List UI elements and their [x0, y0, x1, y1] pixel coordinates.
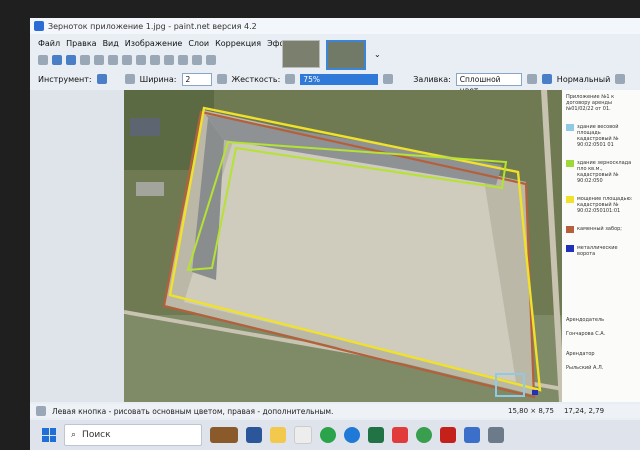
deselect-icon[interactable]: [150, 55, 160, 65]
legend-panel: Приложение №1 к договору аренды №01/02/2…: [562, 90, 640, 402]
blend-curve-icon[interactable]: [526, 74, 537, 84]
windows-start-icon[interactable]: [42, 428, 56, 442]
new-file-icon[interactable]: [38, 55, 48, 65]
blend-mode-select[interactable]: Нормальный: [557, 75, 611, 84]
legend-item: каменный забор;: [566, 226, 636, 233]
legend-text: здание весовой площадь кадастровый № 90:…: [577, 124, 619, 148]
legend-swatch-fence: [566, 226, 574, 233]
tenant-label: Арендатор: [566, 351, 595, 357]
title-bar: Зерноток приложение 1.jpg - paint.net ве…: [30, 18, 640, 34]
chrome-icon[interactable]: [320, 427, 336, 443]
cursor-position: 17,24, 2,79: [563, 407, 605, 415]
grid-icon[interactable]: [192, 55, 202, 65]
fill-select[interactable]: Сплошной цвет: [455, 72, 522, 95]
legend-swatch-gates: [566, 245, 574, 252]
menu-adjustments[interactable]: Коррекция: [215, 39, 261, 48]
legend-swatch-warehouse: [566, 160, 574, 167]
edge-icon[interactable]: [344, 427, 360, 443]
paintnet-app-icon: [34, 21, 44, 31]
print-icon[interactable]: [80, 55, 90, 65]
lessor-label: Арендодатель: [566, 317, 605, 323]
search-icon: ⌕: [71, 430, 77, 440]
undo-icon[interactable]: [164, 55, 174, 65]
open-file-icon[interactable]: [52, 55, 62, 65]
screen: Зерноток приложение 1.jpg - paint.net ве…: [30, 18, 640, 450]
crop-icon[interactable]: [136, 55, 146, 65]
main-toolbar: [30, 52, 640, 68]
lessor-name: Гончарова С.А.: [566, 331, 606, 337]
copy-icon[interactable]: [108, 55, 118, 65]
antialias-icon[interactable]: [124, 74, 135, 84]
desktop-icon[interactable]: [294, 426, 312, 444]
monitor-bezel-left: [0, 0, 30, 450]
legend-item: здание весовой площадь кадастровый № 90:…: [566, 124, 636, 148]
aerial-photo-svg: [124, 90, 580, 402]
legend-swatch-paving: [566, 196, 574, 203]
excel-icon[interactable]: [368, 427, 384, 443]
menu-layers[interactable]: Слои: [188, 39, 209, 48]
menu-view[interactable]: Вид: [103, 39, 119, 48]
legend-text: здание зерносклада пло кв.м., кадастровы…: [577, 160, 632, 184]
hardness-decrease-icon[interactable]: [285, 74, 296, 84]
legend-text: мощение площадью: кадастровый № 90:02:05…: [577, 196, 633, 214]
legend-item: мощение площадью: кадастровый № 90:02:05…: [566, 196, 636, 214]
taskbar-search[interactable]: ⌕ Поиск: [64, 424, 202, 446]
cut-icon[interactable]: [94, 55, 104, 65]
selection-size: 15,80 × 8,75: [508, 407, 554, 415]
globe-icon[interactable]: [615, 74, 626, 84]
canvas-area: Приложение №1 к договору аренды №01/02/2…: [30, 90, 640, 402]
tenant-name: Рыльский А.Л.: [566, 365, 604, 371]
bull-widget-icon[interactable]: [210, 427, 238, 443]
monitor-bezel-top: [0, 0, 640, 18]
status-right: 15,80 × 8,75 17,24, 2,79: [508, 404, 604, 418]
hardness-increase-icon[interactable]: [383, 74, 394, 84]
word-icon[interactable]: [246, 427, 262, 443]
status-bar: Левая кнопка - рисовать основным цветом,…: [30, 404, 640, 418]
brush-status-icon: [36, 406, 46, 416]
fill-label: Заливка:: [413, 74, 451, 84]
menu-edit[interactable]: Правка: [66, 39, 96, 48]
menu-image[interactable]: Изображение: [125, 39, 183, 48]
paintnet-taskbar-icon[interactable]: [464, 427, 480, 443]
settings-icon[interactable]: [206, 55, 216, 65]
chrome-alt-icon[interactable]: [416, 427, 432, 443]
legend-swatch-weigh: [566, 124, 574, 131]
menu-bar: Файл Правка Вид Изображение Слои Коррекц…: [30, 36, 307, 50]
legend-item: металлические ворота: [566, 245, 636, 257]
explorer-icon[interactable]: [270, 427, 286, 443]
acrobat-icon[interactable]: [440, 427, 456, 443]
windows-taskbar: ⌕ Поиск: [30, 420, 640, 450]
paste-icon[interactable]: [122, 55, 132, 65]
width-label: Ширина:: [139, 74, 177, 84]
search-placeholder: Поиск: [82, 430, 111, 440]
brush-icon[interactable]: [96, 74, 107, 84]
tool-label: Инструмент:: [38, 74, 92, 84]
misc-app-icon[interactable]: [488, 427, 504, 443]
hardness-slider[interactable]: 75%: [300, 73, 379, 85]
legend-header: Приложение №1 к договору аренды №01/02/2…: [566, 94, 615, 112]
redo-icon[interactable]: [178, 55, 188, 65]
window-title: Зерноток приложение 1.jpg - paint.net ве…: [48, 21, 257, 31]
menu-file[interactable]: Файл: [38, 39, 60, 48]
hardness-label: Жесткость:: [231, 74, 281, 84]
width-increase-icon[interactable]: [216, 74, 227, 84]
legend-text: каменный забор;: [577, 226, 622, 232]
save-icon[interactable]: [66, 55, 76, 65]
width-input[interactable]: 2: [181, 72, 212, 86]
blend-mode-icon[interactable]: [541, 74, 552, 84]
legend-item: здание зерносклада пло кв.м., кадастровы…: [566, 160, 636, 184]
status-hint: Левая кнопка - рисовать основным цветом,…: [52, 406, 334, 416]
legend-text: металлические ворота: [577, 245, 618, 257]
tool-options-bar: Инструмент: Ширина: 2 Жесткость: 75% Зал…: [30, 70, 640, 95]
yandex-icon[interactable]: [392, 427, 408, 443]
aerial-image[interactable]: [124, 90, 580, 402]
